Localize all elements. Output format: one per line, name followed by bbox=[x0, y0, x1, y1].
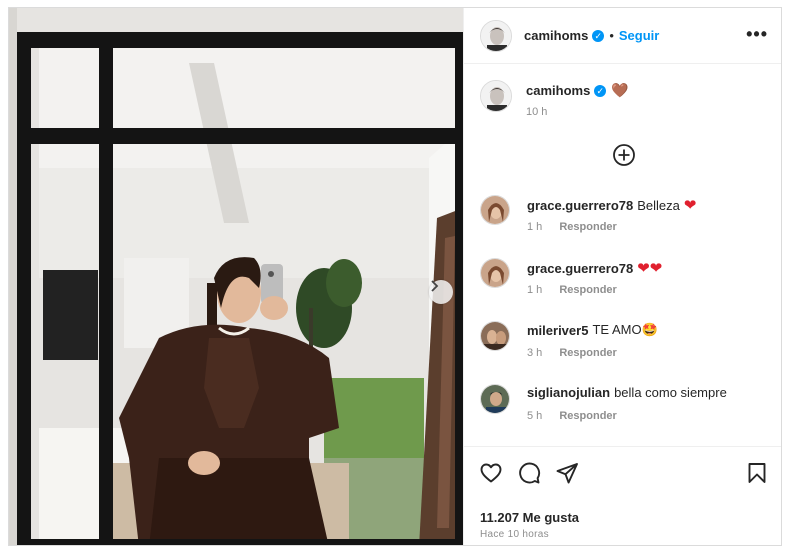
bookmark-icon[interactable] bbox=[745, 461, 769, 485]
comment-row: mileriver5 TE AMO🤩 bbox=[527, 322, 658, 338]
commenter-avatar-image bbox=[481, 385, 509, 413]
post-photo[interactable] bbox=[9, 8, 463, 545]
comment-avatar[interactable] bbox=[480, 195, 510, 225]
comment-row: siglianojulian bella como siempre bbox=[527, 385, 727, 400]
comment-bubble-icon[interactable] bbox=[517, 461, 541, 485]
comment-row: grace.guerrero78 Belleza ❤ bbox=[527, 196, 696, 214]
next-photo-button[interactable] bbox=[429, 280, 453, 304]
comment-avatar[interactable] bbox=[480, 384, 510, 414]
verified-badge-icon: ✓ bbox=[594, 84, 607, 97]
comment-time: 5 h bbox=[527, 410, 543, 422]
caption-avatar[interactable] bbox=[480, 80, 512, 112]
comment-meta: 1 h Responder bbox=[527, 284, 617, 296]
post-header: camihoms ✓ • Seguir ••• bbox=[464, 8, 781, 64]
comment-time: 1 h bbox=[527, 221, 543, 233]
commenter-avatar-image bbox=[481, 322, 509, 350]
red-heart-emoji: ❤❤ bbox=[637, 260, 663, 277]
follow-button[interactable]: Seguir bbox=[619, 28, 659, 43]
post-actions: 11.207 Me gusta Hace 10 horas bbox=[464, 446, 781, 545]
comment-username[interactable]: siglianojulian bbox=[527, 385, 610, 400]
comment-row: grace.guerrero78 ❤❤ bbox=[527, 259, 662, 277]
header-separator: • bbox=[609, 28, 614, 43]
comment-meta: 1 h Responder bbox=[527, 221, 617, 233]
post-timestamp: Hace 10 horas bbox=[480, 529, 549, 540]
paper-plane-icon[interactable] bbox=[555, 461, 579, 485]
comment-text: Belleza bbox=[637, 197, 680, 213]
comment-username[interactable]: grace.guerrero78 bbox=[527, 198, 633, 213]
header-author-row: camihoms ✓ • Seguir bbox=[524, 28, 659, 43]
post-modal: camihoms ✓ • Seguir ••• camihoms ✓ 🤎 10 … bbox=[8, 7, 782, 546]
comment-meta: 3 h Responder bbox=[527, 347, 617, 359]
comment-time: 1 h bbox=[527, 284, 543, 296]
verified-badge-icon: ✓ bbox=[592, 29, 605, 42]
author-avatar[interactable] bbox=[480, 20, 512, 52]
reply-button[interactable]: Responder bbox=[559, 284, 616, 296]
red-heart-emoji: ❤ bbox=[683, 197, 697, 214]
likes-count[interactable]: 11.207 Me gusta bbox=[480, 510, 579, 525]
reply-button[interactable]: Responder bbox=[559, 347, 616, 359]
caption-row: camihoms ✓ 🤎 bbox=[526, 82, 629, 99]
comment-avatar[interactable] bbox=[480, 321, 510, 351]
author-username[interactable]: camihoms bbox=[524, 28, 588, 43]
commenter-avatar-image bbox=[481, 196, 509, 224]
comment-time: 3 h bbox=[527, 347, 543, 359]
comment-text: bella como siempre bbox=[614, 385, 727, 400]
caption-time: 10 h bbox=[526, 106, 548, 118]
comment-text: TE AMO🤩 bbox=[592, 322, 658, 337]
author-avatar-image bbox=[481, 21, 511, 51]
reply-button[interactable]: Responder bbox=[559, 221, 616, 233]
chevron-right-icon bbox=[431, 280, 439, 292]
heart-icon[interactable] bbox=[479, 461, 503, 485]
caption-username[interactable]: camihoms bbox=[526, 83, 590, 98]
caption-avatar-image bbox=[481, 81, 511, 111]
reply-button[interactable]: Responder bbox=[559, 410, 616, 422]
comment-username[interactable]: grace.guerrero78 bbox=[527, 261, 633, 276]
more-options-icon[interactable]: ••• bbox=[746, 25, 768, 43]
post-side-panel: camihoms ✓ • Seguir ••• camihoms ✓ 🤎 10 … bbox=[463, 8, 781, 545]
caption-emoji: 🤎 bbox=[611, 82, 629, 98]
comment-meta: 5 h Responder bbox=[527, 410, 617, 422]
comment-avatar[interactable] bbox=[480, 258, 510, 288]
commenter-avatar-image bbox=[481, 259, 509, 287]
plus-circle-icon[interactable] bbox=[612, 143, 636, 167]
comment-username[interactable]: mileriver5 bbox=[527, 323, 588, 338]
mirror-selfie-image bbox=[9, 8, 463, 545]
